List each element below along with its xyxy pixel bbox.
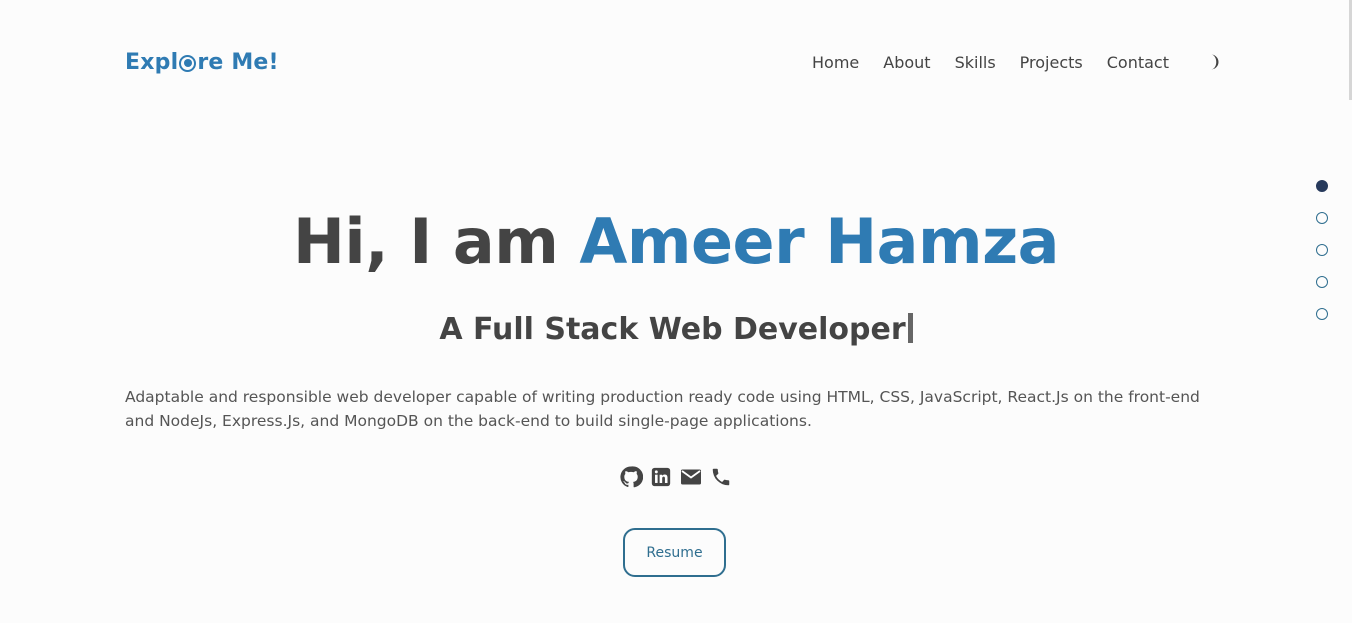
- page: Expl re Me! Home About Skills Projects C…: [0, 0, 1352, 623]
- section-dot-home[interactable]: [1316, 180, 1328, 192]
- logo-text-start: Expl: [125, 49, 179, 75]
- nav-about[interactable]: About: [883, 53, 930, 72]
- social-links: [0, 465, 1352, 489]
- nav-contact[interactable]: Contact: [1107, 53, 1169, 72]
- hero-name: Ameer Hamza: [579, 205, 1060, 278]
- nav-skills[interactable]: Skills: [955, 53, 996, 72]
- hero-description: Adaptable and responsible web developer …: [125, 388, 1200, 430]
- hero-greeting: Hi, I am: [292, 205, 580, 278]
- logo-o-icon: [179, 54, 197, 72]
- nav-home[interactable]: Home: [812, 53, 859, 72]
- header: Expl re Me! Home About Skills Projects C…: [125, 40, 1221, 84]
- moon-icon[interactable]: [1201, 52, 1221, 72]
- hero-subtitle-text: A Full Stack Web Developer: [439, 312, 906, 347]
- main-nav: Home About Skills Projects Contact: [812, 52, 1221, 72]
- typing-cursor: [907, 313, 913, 343]
- hero-subtitle: A Full Stack Web Developer: [0, 312, 1352, 347]
- hero-title: Hi, I am Ameer Hamza: [0, 205, 1352, 278]
- phone-icon[interactable]: [709, 465, 733, 489]
- nav-projects[interactable]: Projects: [1020, 53, 1083, 72]
- github-icon[interactable]: [619, 465, 643, 489]
- logo[interactable]: Expl re Me!: [125, 50, 279, 75]
- resume-button[interactable]: Resume: [623, 528, 726, 577]
- mail-icon[interactable]: [679, 465, 703, 489]
- linkedin-icon[interactable]: [649, 465, 673, 489]
- logo-text-end: re Me!: [197, 49, 279, 75]
